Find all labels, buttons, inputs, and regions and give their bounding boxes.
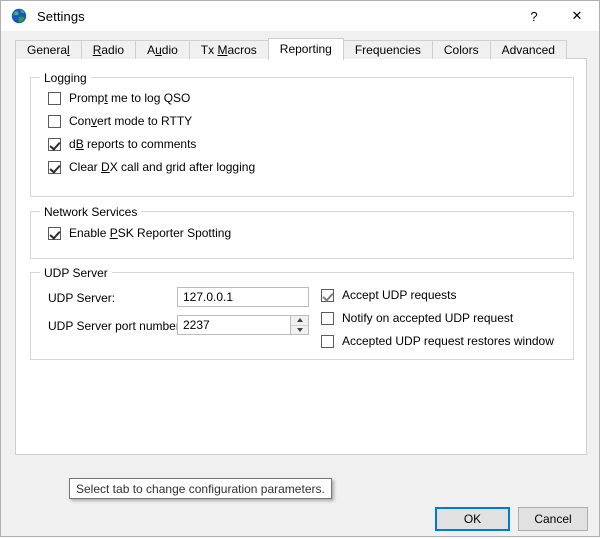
tab-colors[interactable]: Colors [431, 40, 491, 59]
tab-label: Tx Macros [200, 43, 257, 57]
tab-advanced[interactable]: Advanced [489, 40, 567, 59]
checkbox-label: Prompt me to log QSO [69, 91, 191, 105]
checkbox-icon[interactable] [321, 311, 334, 325]
tab-frequencies[interactable]: Frequencies [342, 40, 433, 59]
checkbox-icon[interactable] [321, 288, 334, 302]
group-udp-server: UDP Server UDP Server: 127.0.0.1 UDP Ser… [30, 266, 574, 360]
checkbox-label: Clear DX call and grid after logging [69, 160, 256, 174]
globe-icon [11, 8, 27, 24]
ok-button[interactable]: OK [435, 507, 510, 531]
logging-checkbox-row[interactable]: Clear DX call and grid after logging [48, 160, 255, 174]
chevron-up-icon [296, 318, 303, 323]
tab-label: General [27, 43, 70, 57]
tab-strip: General Radio Audio Tx Macros Reporting Frequ… [15, 38, 599, 60]
tab-label: Radio [92, 43, 125, 57]
tab-label: Advanced [501, 43, 555, 57]
tab-audio[interactable]: Audio [135, 40, 190, 59]
group-network-services: Network Services Enable PSK Reporter Spo… [30, 205, 574, 259]
close-button[interactable]: ✕ [555, 1, 599, 31]
tab-label: Reporting [279, 42, 332, 56]
udp-server-input[interactable]: 127.0.0.1 [177, 287, 309, 307]
udp-server-label: UDP Server: [48, 291, 116, 305]
group-logging-legend: Logging [40, 71, 91, 85]
title-bar: Settings ? ✕ [1, 1, 599, 31]
udp-checkbox-row[interactable]: Accepted UDP request restores window [321, 334, 554, 348]
checkbox-icon[interactable] [321, 334, 334, 348]
cancel-button[interactable]: Cancel [518, 507, 588, 531]
checkbox-icon[interactable] [48, 160, 61, 174]
udp-port-spin-buttons[interactable] [290, 316, 308, 334]
network-checkbox-row[interactable]: Enable PSK Reporter Spotting [48, 226, 231, 240]
group-udp-server-legend: UDP Server [40, 266, 112, 280]
tooltip: Select tab to change configuration param… [69, 478, 332, 499]
tab-label: Colors [443, 43, 479, 57]
udp-port-label: UDP Server port number: [48, 319, 184, 333]
checkbox-label: Notify on accepted UDP request [342, 311, 514, 325]
spin-up-button[interactable] [291, 316, 308, 326]
tab-reporting[interactable]: Reporting [267, 38, 344, 60]
checkbox-label: Convert mode to RTTY [69, 114, 193, 128]
group-logging: Logging Prompt me to log QSO Convert mode… [30, 71, 574, 197]
dialog-footer: OK Cancel [1, 499, 601, 538]
checkbox-label: Enable PSK Reporter Spotting [69, 226, 232, 240]
checkbox-icon[interactable] [48, 137, 61, 151]
group-network-services-legend: Network Services [40, 205, 142, 219]
checkbox-label: Accept UDP requests [342, 288, 457, 302]
settings-window: Settings ? ✕ General Radio Audio Tx Macros R… [0, 0, 600, 537]
tab-tx-macros[interactable]: Tx Macros [188, 40, 269, 59]
help-button[interactable]: ? [513, 1, 555, 31]
logging-checkbox-row[interactable]: Prompt me to log QSO [48, 91, 190, 105]
tab-label: Frequencies [354, 43, 421, 57]
udp-port-value[interactable]: 2237 [178, 318, 290, 332]
checkbox-icon[interactable] [48, 114, 61, 128]
checkbox-label: Accepted UDP request restores window [342, 334, 554, 348]
udp-port-stepper[interactable]: 2237 [177, 315, 309, 335]
udp-checkbox-row[interactable]: Accept UDP requests [321, 288, 457, 302]
tab-radio[interactable]: Radio [80, 40, 137, 59]
title-bar-buttons: ? ✕ [513, 1, 599, 31]
logging-checkbox-row[interactable]: dB reports to comments [48, 137, 196, 151]
tab-label: Audio [147, 43, 178, 57]
checkbox-label: dB reports to comments [69, 137, 197, 151]
udp-checkbox-row[interactable]: Notify on accepted UDP request [321, 311, 513, 325]
spin-down-button[interactable] [291, 325, 308, 334]
tab-panel-reporting: Logging Prompt me to log QSO Convert mode… [15, 58, 587, 455]
checkbox-icon[interactable] [48, 226, 61, 240]
chevron-down-icon [296, 327, 303, 332]
tab-general[interactable]: General [15, 40, 82, 59]
logging-checkbox-row[interactable]: Convert mode to RTTY [48, 114, 192, 128]
window-title: Settings [37, 8, 85, 24]
checkbox-icon[interactable] [48, 91, 61, 105]
